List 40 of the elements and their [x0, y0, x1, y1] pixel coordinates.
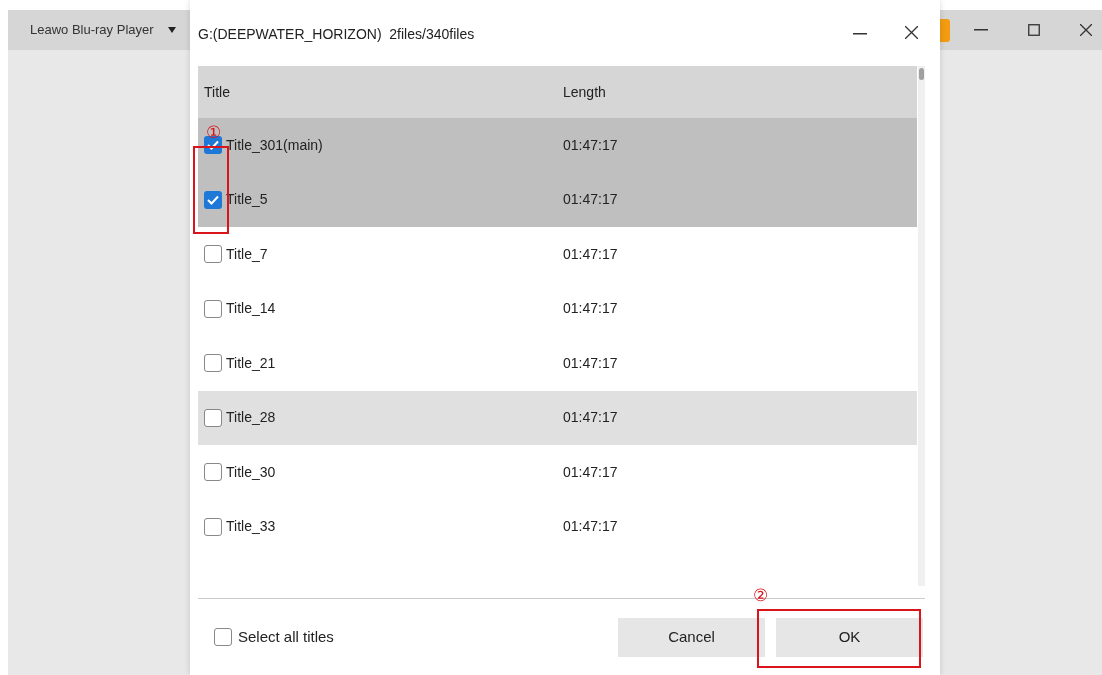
check-icon	[207, 194, 219, 205]
checkbox[interactable]	[204, 354, 222, 373]
length-text: 01:47:17	[563, 244, 618, 264]
minimize-icon[interactable]	[974, 29, 988, 31]
length-text: 01:47:17	[563, 190, 618, 210]
checkbox[interactable]	[204, 517, 222, 536]
table-row[interactable]: Title_28 01:47:17	[198, 390, 917, 445]
close-icon[interactable]	[1080, 24, 1092, 36]
title-text: Title_21	[226, 353, 276, 373]
maximize-icon[interactable]	[1028, 24, 1040, 36]
close-icon[interactable]	[905, 26, 918, 39]
checkbox[interactable]	[204, 408, 222, 427]
ok-button[interactable]: OK	[776, 617, 923, 657]
column-header: Title	[203, 82, 231, 102]
dialog-title: G:(DEEPWATER_HORIZON) 2files/340files	[198, 25, 475, 44]
length-text: 01:47:17	[563, 353, 618, 373]
app-title: Leawo Blu-ray Player	[30, 21, 154, 40]
checkbox[interactable]	[204, 463, 222, 482]
length-text: 01:47:17	[563, 135, 618, 155]
check-icon	[207, 140, 219, 151]
checkbox[interactable]	[204, 245, 222, 264]
title-text: Title_28	[226, 408, 276, 428]
length-text: 01:47:17	[563, 408, 618, 428]
length-text: 01:47:17	[563, 517, 618, 537]
title-text: Title_30	[226, 462, 276, 482]
title-text: Title_33	[226, 517, 276, 537]
checkbox[interactable]	[214, 628, 232, 646]
cancel-button[interactable]: Cancel	[618, 617, 765, 657]
caret-icon	[167, 27, 176, 33]
title-text: Title_7	[226, 244, 268, 264]
length-text: 01:47:17	[563, 299, 618, 319]
checkbox[interactable]	[204, 190, 222, 209]
minimize-icon[interactable]	[853, 33, 867, 35]
step-number: ②	[753, 587, 768, 605]
title-text: Title_301(main)	[226, 135, 323, 155]
title-text: Title_14	[226, 299, 276, 319]
select-all-label: Select all titles	[238, 626, 334, 647]
checkbox[interactable]	[204, 299, 222, 318]
column-header: Length	[563, 82, 606, 102]
length-text: 01:47:17	[563, 462, 618, 482]
